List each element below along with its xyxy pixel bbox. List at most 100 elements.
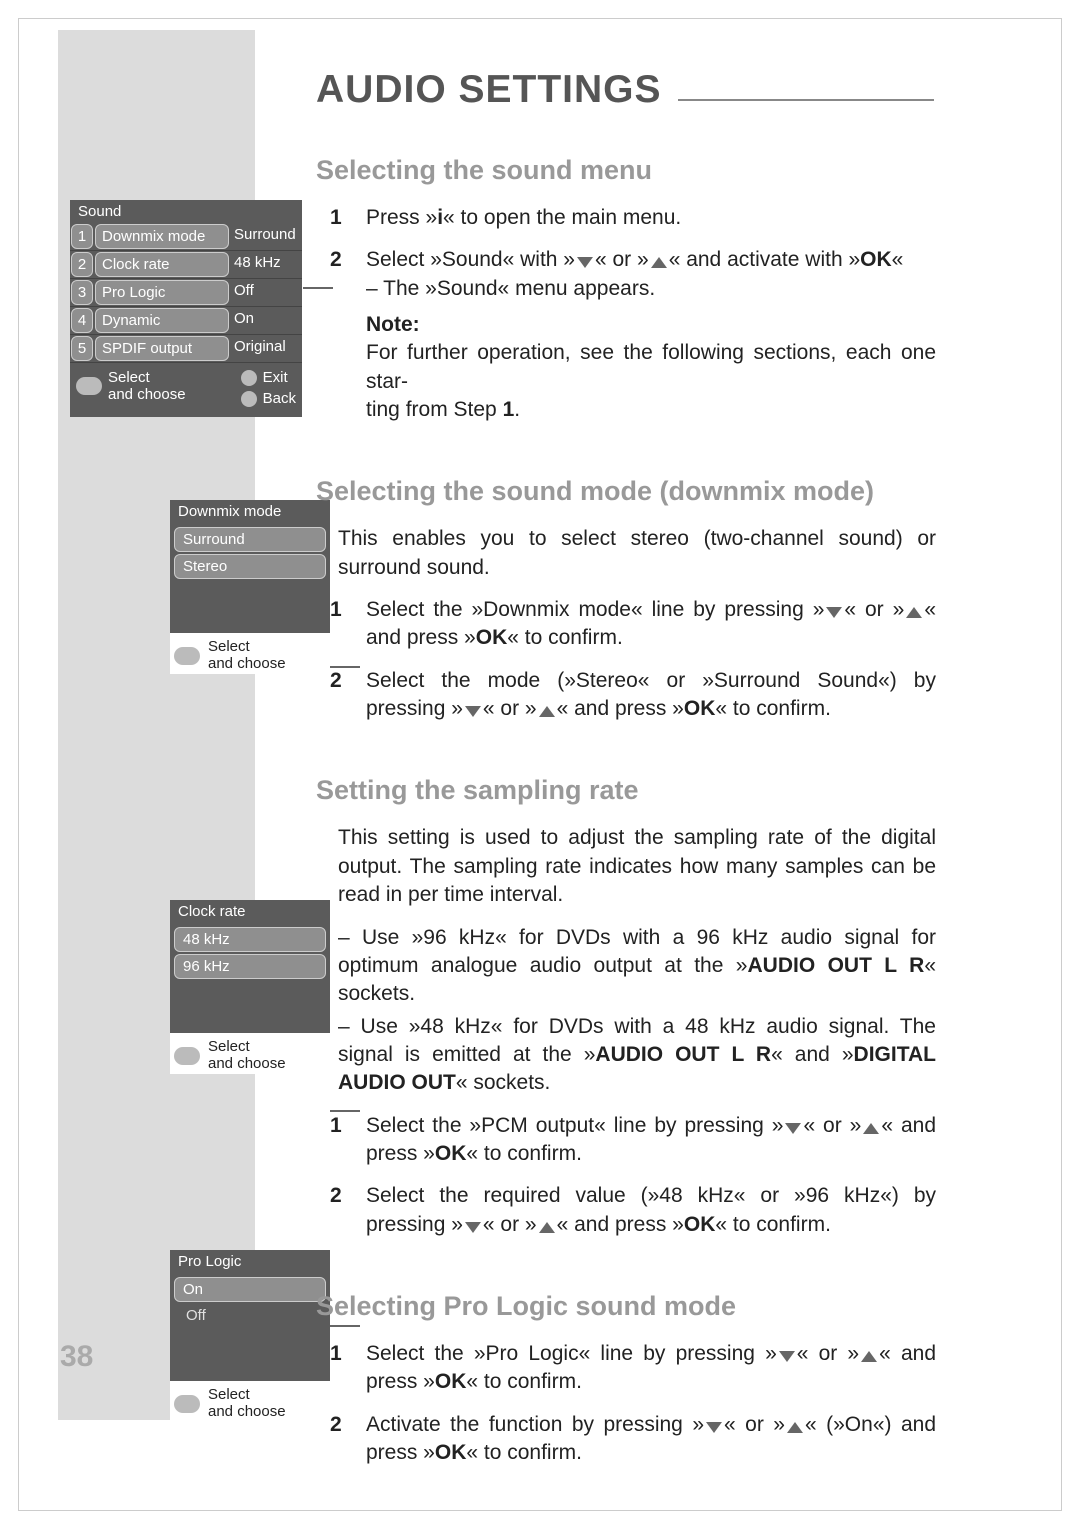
sec3-bullet1: – Use »96 kHz« for DVDs with a 96 kHz au… (338, 924, 936, 1009)
step-number: 2 (330, 667, 342, 695)
row-value: 48 kHz (230, 251, 302, 278)
sound-row-3[interactable]: 3 Pro Logic Off (70, 279, 302, 307)
sec3-bullet2: – Use »48 kHz« for DVDs with a 48 kHz au… (338, 1013, 936, 1098)
clockrate-opt-96[interactable]: 96 kHz (174, 954, 326, 979)
up-arrow-icon (539, 1222, 555, 1233)
sec3-intro: This setting is used to adjust the sampl… (338, 824, 936, 909)
title-rule (678, 99, 934, 101)
down-arrow-icon (465, 706, 481, 717)
sec1-step2: 2 Select »Sound« with »« or »« and activ… (338, 246, 936, 424)
sound-menu-rows: 1 Downmix mode Surround 2 Clock rate 48 … (70, 223, 302, 363)
sound-row-1[interactable]: 1 Downmix mode Surround (70, 223, 302, 251)
clockrate-opt-48[interactable]: 48 kHz (174, 927, 326, 952)
ok-key: OK (476, 626, 508, 649)
text: « or » (483, 1213, 537, 1236)
prologic-opt-on[interactable]: On (174, 1277, 326, 1302)
page-title: AUDIO SETTINGS (316, 68, 934, 112)
sound-menu-footer: Select and choose Exit Back (70, 363, 302, 417)
text: « to confirm. (715, 1213, 831, 1236)
row-number: 5 (71, 336, 93, 361)
downmix-opt-stereo[interactable]: Stereo (174, 554, 326, 579)
step-number: 1 (330, 1112, 342, 1140)
text: « (892, 248, 904, 271)
text: « or » (844, 598, 904, 621)
text: « and press » (557, 1213, 684, 1236)
andchoose-label: and choose (208, 1403, 286, 1420)
down-arrow-icon (465, 1222, 481, 1233)
text: « to confirm. (466, 1441, 582, 1464)
text: 1 (503, 398, 515, 421)
text: Select »Sound« with » (366, 248, 575, 271)
sec4-step2: 2 Activate the function by pressing »« o… (338, 1411, 936, 1468)
text: « or » (803, 1114, 861, 1137)
step-number: 1 (330, 204, 342, 232)
ok-key: OK (684, 1213, 716, 1236)
text: « and » (771, 1043, 853, 1066)
andchoose-label: and choose (108, 386, 186, 403)
controller-icon (174, 1395, 200, 1413)
ok-key: OK (435, 1370, 467, 1393)
text: For further operation, see the following… (366, 341, 936, 392)
text: Press » (366, 206, 437, 229)
sound-row-4[interactable]: 4 Dynamic On (70, 307, 302, 335)
text: « and press » (557, 697, 684, 720)
content: Selecting the sound menu 1 Press »i« to … (316, 155, 936, 1481)
text: AUDIO OUT L R (748, 954, 925, 977)
step-number: 2 (330, 246, 342, 274)
exit-label: Exit (263, 369, 288, 386)
text: « to confirm. (715, 697, 831, 720)
up-arrow-icon (539, 706, 555, 717)
row-name: Dynamic (95, 308, 229, 333)
row-number: 4 (71, 308, 93, 333)
sec4-step1: 1 Select the »Pro Logic« line by pressin… (338, 1340, 936, 1397)
down-arrow-icon (706, 1422, 722, 1433)
ok-key: OK (860, 248, 892, 271)
row-name: Pro Logic (95, 280, 229, 305)
row-value: Original (230, 335, 302, 362)
andchoose-label: and choose (208, 1055, 286, 1072)
sec4-heading: Selecting Pro Logic sound mode (316, 1291, 936, 1322)
text: ting from Step (366, 398, 503, 421)
text: Select the »PCM output« line by pressing… (366, 1114, 783, 1137)
page-number: 38 (60, 1340, 93, 1374)
up-arrow-icon (651, 257, 667, 268)
sec1-step1: 1 Press »i« to open the main menu. (338, 204, 936, 232)
back-label: Back (263, 390, 296, 407)
text: Activate the function by pressing » (366, 1413, 704, 1436)
select-label: Select (208, 638, 250, 655)
sound-row-5[interactable]: 5 SPDIF output Original (70, 335, 302, 363)
text: « or » (797, 1342, 859, 1365)
sound-row-2[interactable]: 2 Clock rate 48 kHz (70, 251, 302, 279)
text: « to confirm. (466, 1370, 582, 1393)
row-value: Surround (230, 223, 302, 250)
prologic-title: Pro Logic (170, 1250, 330, 1273)
clockrate-title: Clock rate (170, 900, 330, 923)
select-label: Select (108, 369, 186, 386)
info-icon (241, 370, 257, 386)
select-label: Select (208, 1386, 250, 1403)
select-label: Select (208, 1038, 250, 1055)
prologic-opt-off[interactable]: Off (174, 1304, 326, 1327)
ok-key: OK (684, 697, 716, 720)
down-arrow-icon (577, 257, 593, 268)
controller-icon (76, 377, 102, 395)
sec2-heading: Selecting the sound mode (downmix mode) (316, 476, 936, 507)
downmix-opt-surround[interactable]: Surround (174, 527, 326, 552)
text: « or » (595, 248, 649, 271)
clockrate-panel: Clock rate 48 kHz 96 kHz Select and choo… (170, 900, 330, 1074)
text: « sockets. (456, 1071, 551, 1094)
step-number: 2 (330, 1411, 342, 1439)
back-icon (241, 391, 257, 407)
step-number: 1 (330, 596, 342, 624)
text: « or » (724, 1413, 785, 1436)
andchoose-label: and choose (208, 655, 286, 672)
text: Select the »Pro Logic« line by pressing … (366, 1342, 777, 1365)
controller-icon (174, 1047, 200, 1065)
sec2-intro: This enables you to select stereo (two-c… (338, 525, 936, 582)
sec3-step2: 2 Select the required value (»48 kHz« or… (338, 1182, 936, 1239)
step-number: 1 (330, 1340, 342, 1368)
down-arrow-icon (779, 1351, 795, 1362)
row-number: 1 (71, 224, 93, 249)
sec4-steps: 1 Select the »Pro Logic« line by pressin… (338, 1340, 936, 1467)
sub-line: – The »Sound« menu appears. (366, 275, 936, 303)
